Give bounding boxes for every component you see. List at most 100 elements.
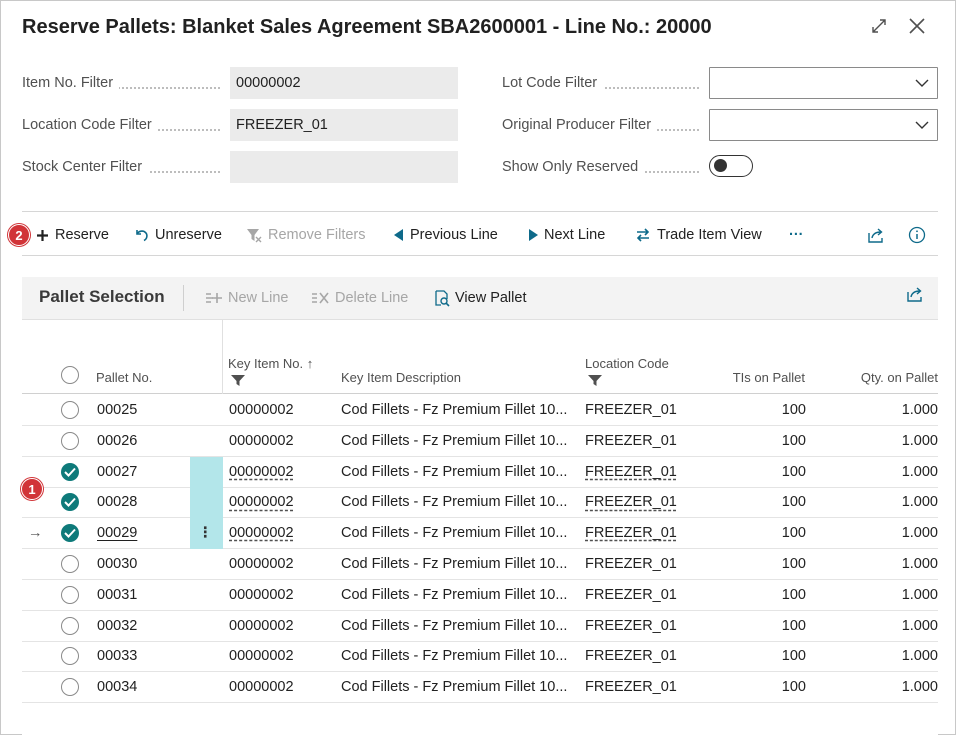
key-item-no-cell[interactable]: 00000002 [229, 518, 294, 549]
new-line-icon [206, 293, 222, 303]
table-row[interactable]: 00033 00000002 Cod Fillets - Fz Premium Fi… [22, 641, 938, 673]
tis-on-pallet-cell: 100 [781, 402, 806, 418]
pallet-no-cell[interactable]: 00034 [97, 672, 137, 703]
key-item-no-cell[interactable]: 00000002 [229, 426, 294, 457]
column-header-location-code[interactable]: Location Code [585, 356, 669, 371]
share-button[interactable] [907, 286, 925, 307]
location-code-cell[interactable]: FREEZER_01 [585, 457, 677, 488]
key-item-description-cell: Cod Fillets - Fz Premium Fillet 10... [341, 432, 568, 449]
checkmark-icon [64, 467, 76, 477]
location-code-filter-input[interactable]: FREEZER_01 [230, 109, 458, 141]
table-row[interactable]: 00025 00000002 Cod Fillets - Fz Premium Fi… [22, 395, 938, 426]
row-select-checkbox[interactable] [61, 462, 79, 481]
row-select-checkbox[interactable] [61, 401, 79, 419]
share-icon [868, 228, 883, 243]
table-row[interactable]: 00027 00000002 Cod Fillets - Fz Premium Fi… [22, 456, 938, 488]
row-select-checkbox[interactable] [61, 524, 79, 543]
table-row[interactable]: 00028 00000002 Cod Fillets - Fz Premium Fi… [22, 487, 938, 519]
location-code-cell[interactable]: FREEZER_01 [585, 549, 677, 580]
row-select-checkbox[interactable] [61, 555, 79, 573]
chevron-down-icon [915, 79, 929, 87]
location-code-cell[interactable]: FREEZER_01 [585, 518, 677, 549]
qty-on-pallet-cell: 1.000 [901, 648, 938, 665]
row-select-checkbox[interactable] [61, 616, 79, 635]
show-only-reserved-toggle[interactable] [709, 155, 753, 177]
key-item-no-cell[interactable]: 00000002 [229, 672, 294, 703]
column-header-key-item-no[interactable]: Key Item No. ↑ [228, 356, 313, 371]
column-header-tis-on-pallet[interactable]: TIs on Pallet [708, 370, 805, 385]
new-line-button[interactable]: New Line [205, 283, 288, 313]
lot-code-filter-select[interactable] [709, 67, 938, 99]
location-code-cell[interactable]: FREEZER_01 [585, 672, 677, 703]
share-button[interactable] [868, 215, 886, 255]
row-select-checkbox[interactable] [61, 431, 79, 450]
pallet-selection-panel: Pallet Selection New Line Delete Line Vi… [22, 277, 938, 735]
location-code-cell[interactable]: FREEZER_01 [585, 487, 677, 518]
remove-filters-button[interactable]: Remove Filters [246, 215, 366, 255]
location-code-cell[interactable]: FREEZER_01 [585, 580, 677, 611]
delete-line-label: Delete Line [335, 290, 409, 306]
view-pallet-button[interactable]: View Pallet [434, 283, 526, 313]
delete-line-button[interactable]: Delete Line [311, 283, 408, 313]
table-row[interactable]: 00030 00000002 Cod Fillets - Fz Premium Fi… [22, 549, 938, 580]
trade-item-view-button[interactable]: Trade Item View [635, 215, 762, 255]
next-line-label: Next Line [544, 227, 606, 243]
next-line-button[interactable]: Next Line [528, 215, 605, 255]
chevron-down-icon [915, 121, 929, 129]
pallet-no-cell[interactable]: 00033 [97, 641, 137, 672]
row-select-checkbox[interactable] [61, 678, 79, 697]
pallet-no-cell[interactable]: 00027 [97, 457, 137, 488]
more-options-button[interactable]: ··· [789, 215, 804, 255]
column-header-key-item-description[interactable]: Key Item Description [341, 370, 461, 385]
key-item-no-cell[interactable]: 00000002 [229, 457, 294, 488]
tis-on-pallet-cell: 100 [781, 648, 806, 665]
column-header-qty-on-pallet[interactable]: Qty. on Pallet [832, 370, 938, 385]
qty-on-pallet-cell: 1.000 [901, 402, 938, 418]
key-item-no-cell[interactable]: 00000002 [229, 611, 294, 642]
row-select-checkbox[interactable] [61, 585, 79, 604]
previous-line-button[interactable]: Previous Line [394, 215, 498, 255]
checkmark-icon [64, 498, 76, 508]
selected-row-marker [190, 487, 223, 519]
pallet-no-cell[interactable]: 00028 [97, 487, 137, 518]
table-row[interactable]: 00034 00000002 Cod Fillets - Fz Premium Fi… [22, 672, 938, 704]
sort-ascending-icon: ↑ [306, 356, 314, 371]
key-item-no-cell[interactable]: 00000002 [229, 487, 294, 518]
key-item-no-cell[interactable]: 00000002 [229, 641, 294, 672]
key-item-no-header-label: Key Item No. [228, 356, 304, 371]
pallet-no-cell[interactable]: 00025 [97, 395, 137, 426]
row-actions-icon[interactable]: ⋮ [198, 518, 213, 549]
table-row[interactable]: 00032 00000002 Cod Fillets - Fz Premium Fi… [22, 611, 938, 642]
expand-button[interactable] [866, 13, 892, 39]
column-header-pallet-no[interactable]: Pallet No. [96, 370, 152, 385]
key-item-description-cell: Cod Fillets - Fz Premium Fillet 10... [341, 402, 568, 418]
key-item-no-cell[interactable]: 00000002 [229, 580, 294, 611]
tis-on-pallet-cell: 100 [781, 617, 806, 634]
unreserve-button[interactable]: Unreserve [134, 215, 222, 255]
location-code-cell[interactable]: FREEZER_01 [585, 611, 677, 642]
row-select-checkbox[interactable] [61, 647, 79, 666]
key-item-no-cell[interactable]: 00000002 [229, 549, 294, 580]
stock-center-filter-input[interactable] [230, 151, 458, 183]
pallet-no-cell[interactable]: 00032 [97, 611, 137, 642]
close-button[interactable] [904, 13, 930, 39]
pallet-no-cell[interactable]: 00031 [97, 580, 137, 611]
row-select-checkbox[interactable] [61, 493, 79, 512]
original-producer-filter-select[interactable] [709, 109, 938, 141]
key-item-no-cell[interactable]: 00000002 [229, 395, 294, 426]
triangle-right-icon [529, 229, 538, 241]
pallet-no-cell[interactable]: 00029 [97, 518, 137, 549]
pallet-no-cell[interactable]: 00030 [97, 549, 137, 580]
pallet-no-cell[interactable]: 00026 [97, 426, 137, 457]
location-code-cell[interactable]: FREEZER_01 [585, 641, 677, 672]
plus-icon [37, 229, 48, 241]
table-row[interactable]: 00026 00000002 Cod Fillets - Fz Premium Fi… [22, 426, 938, 457]
location-code-cell[interactable]: FREEZER_01 [585, 395, 677, 426]
table-row[interactable]: → ⋮ 00029 00000002 Cod Fillets - Fz Premium … [22, 518, 938, 550]
item-no-filter-input[interactable]: 00000002 [230, 67, 458, 99]
reserve-button[interactable]: Reserve [36, 215, 109, 255]
table-row[interactable]: 00031 00000002 Cod Fillets - Fz Premium Fi… [22, 580, 938, 611]
location-code-cell[interactable]: FREEZER_01 [585, 426, 677, 457]
info-button[interactable] [908, 215, 926, 255]
select-all-checkbox[interactable] [61, 366, 79, 384]
